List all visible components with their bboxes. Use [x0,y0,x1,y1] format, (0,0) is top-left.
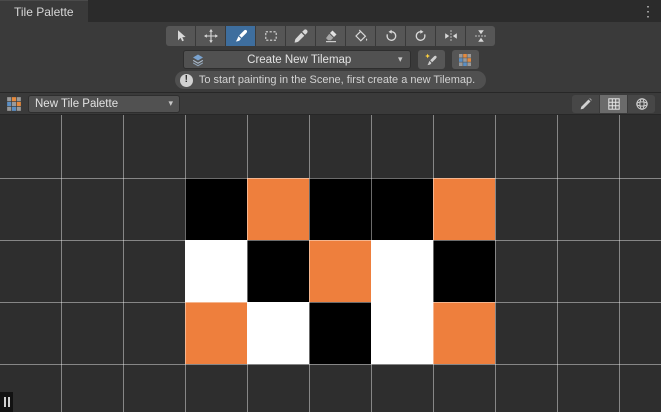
tilemap-layers-icon [191,53,205,67]
tab-bar: Tile Palette ⋮ [0,0,661,22]
tile-black[interactable] [309,302,371,364]
tile-orange[interactable] [433,178,495,240]
tile-orange[interactable] [185,302,247,364]
move-icon [204,29,218,43]
grid-icon [607,97,621,111]
dashed-box-icon [264,29,278,43]
tile-orange[interactable] [247,178,309,240]
tab-tile-palette[interactable]: Tile Palette [0,0,88,22]
grip-bar [8,397,10,407]
tile-black[interactable] [185,178,247,240]
info-icon: ! [180,74,193,87]
edit-palette-button[interactable] [572,95,599,113]
cursor-icon [174,29,188,43]
eyedropper-icon [294,29,308,43]
palette-select-value: New Tile Palette [35,98,164,110]
box-fill-tool-button[interactable] [256,26,285,46]
tile-black[interactable] [371,178,433,240]
tile-grid[interactable] [0,115,661,412]
palette-bar-buttons [572,95,655,113]
tile-black[interactable] [433,240,495,302]
flip-vertical-icon [474,29,488,43]
fill-bucket-tool-button[interactable] [346,26,375,46]
tile-white[interactable] [247,302,309,364]
picker-tool-button[interactable] [286,26,315,46]
gizmos-button[interactable] [628,95,655,113]
tile-white[interactable] [185,240,247,302]
info-helpbox: ! To start painting in the Scene, first … [175,71,486,89]
tile-orange[interactable] [309,240,371,302]
tile-black[interactable] [247,240,309,302]
rotate-cw-icon [414,29,428,43]
eraser-tool-button[interactable] [316,26,345,46]
select-tool-button[interactable] [166,26,195,46]
rotate-ccw-icon [384,29,398,43]
info-row: ! To start painting in the Scene, first … [0,71,661,89]
palette-select-dropdown[interactable]: New Tile Palette ▾ [28,95,180,113]
rotate-ccw-tool-button[interactable] [376,26,405,46]
paint-brush-tool-button[interactable] [226,26,255,46]
info-message: To start painting in the Scene, first cr… [199,74,475,86]
tile-tools-toolbar [0,26,661,46]
tile-white[interactable] [371,240,433,302]
window-menu-icon[interactable]: ⋮ [639,0,657,22]
tile-palette-grid-icon [6,96,22,112]
flip-y-tool-button[interactable] [466,26,495,46]
move-tool-button[interactable] [196,26,225,46]
flip-horizontal-icon [444,29,458,43]
eraser-icon [324,29,338,43]
tile-palette-grid-icon [458,53,472,67]
open-tile-palette-button[interactable] [452,50,479,69]
active-tilemap-dropdown[interactable]: Create New Tilemap ▾ [183,50,411,69]
active-tilemap-value: Create New Tilemap [205,54,394,66]
chevron-down-icon: ▾ [168,98,173,109]
tile-black[interactable] [309,178,371,240]
fill-bucket-icon [354,29,368,43]
toggle-grid-button[interactable] [600,95,627,113]
edit-tilemap-button[interactable] [418,50,445,69]
tile-white[interactable] [371,302,433,364]
palette-bar: New Tile Palette ▾ [0,92,661,115]
tab-title: Tile Palette [14,5,74,19]
active-tilemap-row: Create New Tilemap ▾ [0,50,661,69]
chevron-down-icon: ▾ [398,54,403,65]
pencil-icon [579,97,593,111]
globe-icon [635,97,649,111]
tile-orange[interactable] [433,302,495,364]
rotate-cw-tool-button[interactable] [406,26,435,46]
flip-x-tool-button[interactable] [436,26,465,46]
grip-bar [4,397,6,407]
resize-grip[interactable] [0,392,13,412]
brush-icon [234,29,248,43]
brush-star-icon [424,53,438,67]
